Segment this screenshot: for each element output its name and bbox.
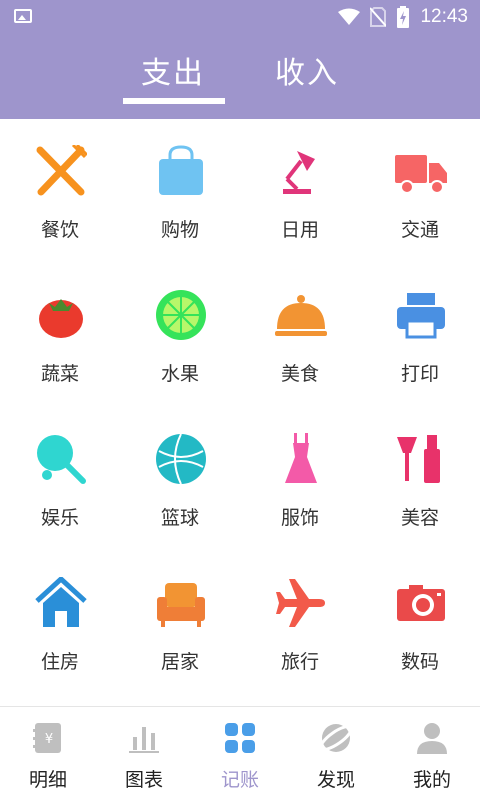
nav-discover[interactable]: 发现 xyxy=(288,707,384,801)
category-shopping[interactable]: 购物 xyxy=(120,119,240,263)
category-label: 旅行 xyxy=(280,651,319,673)
status-bar: 12:43 xyxy=(0,0,480,34)
lime-icon xyxy=(156,290,206,340)
image-notification-icon xyxy=(14,9,32,23)
category-daily-use[interactable]: 日用 xyxy=(240,119,360,263)
shopping-bag-icon xyxy=(159,145,203,195)
category-label: 美容 xyxy=(400,507,439,529)
category-label: 数码 xyxy=(400,651,439,673)
clock: 12:43 xyxy=(420,6,468,27)
battery-charging-icon xyxy=(397,6,410,28)
tab-indicator xyxy=(123,98,225,104)
category-label: 娱乐 xyxy=(40,507,79,529)
grid-icon xyxy=(225,723,255,753)
category-label: 交通 xyxy=(400,219,439,241)
tab-income[interactable]: 收入 xyxy=(275,48,339,92)
category-label: 购物 xyxy=(160,219,199,241)
category-label: 篮球 xyxy=(160,507,199,529)
type-tabs: 支出 收入 xyxy=(0,34,480,119)
ledger-icon: ¥ xyxy=(33,723,61,753)
category-home[interactable]: 居家 xyxy=(120,551,240,695)
no-sim-icon xyxy=(370,7,387,27)
nav-label: 发现 xyxy=(316,769,355,791)
status-icons: 12:43 xyxy=(338,4,468,30)
ping-pong-icon xyxy=(37,435,86,484)
svg-text:¥: ¥ xyxy=(45,732,53,747)
nav-bookkeeping[interactable]: 记账 xyxy=(192,707,288,801)
bar-chart-icon xyxy=(129,727,159,753)
camera-icon xyxy=(397,585,445,621)
header: 12:43 支出 收入 xyxy=(0,0,480,119)
bottom-nav: ¥ 明细 图表 记账 发现 我的 xyxy=(0,706,480,801)
category-transport[interactable]: 交通 xyxy=(360,119,480,263)
category-print[interactable]: 打印 xyxy=(360,263,480,407)
nav-label: 图表 xyxy=(124,769,163,791)
category-clothing[interactable]: 服饰 xyxy=(240,407,360,551)
category-travel[interactable]: 旅行 xyxy=(240,551,360,695)
wifi-icon xyxy=(338,8,361,25)
category-label: 居家 xyxy=(160,651,199,673)
category-label: 水果 xyxy=(160,363,199,385)
nav-label: 我的 xyxy=(412,769,451,791)
category-fruit[interactable]: 水果 xyxy=(120,263,240,407)
dress-icon xyxy=(285,433,317,483)
nav-label: 明细 xyxy=(28,769,67,791)
tab-expense[interactable]: 支出 xyxy=(141,48,205,92)
category-digital[interactable]: 数码 xyxy=(360,551,480,695)
nav-charts[interactable]: 图表 xyxy=(96,707,192,801)
tomato-icon xyxy=(39,299,83,338)
truck-icon xyxy=(395,155,447,194)
category-entertainment[interactable]: 娱乐 xyxy=(0,407,120,551)
category-basketball[interactable]: 篮球 xyxy=(120,407,240,551)
basketball-icon xyxy=(156,433,206,485)
category-grid: 餐饮 购物 日用 交通 蔬菜 水果 美食 打印 娱乐 篮球 服饰 美容 住房 居… xyxy=(0,119,480,704)
category-dining[interactable]: 餐饮 xyxy=(0,119,120,263)
category-label: 日用 xyxy=(280,219,319,241)
user-icon xyxy=(417,723,447,754)
category-housing[interactable]: 住房 xyxy=(0,551,120,695)
category-label: 住房 xyxy=(40,651,79,673)
nav-profile[interactable]: 我的 xyxy=(384,707,480,801)
category-label: 服饰 xyxy=(280,507,319,529)
category-label: 美食 xyxy=(280,363,319,385)
sofa-icon xyxy=(157,583,205,627)
nav-label: 记账 xyxy=(220,769,259,791)
food-cloche-icon xyxy=(275,295,327,336)
printer-icon xyxy=(397,293,445,339)
category-vegetables[interactable]: 蔬菜 xyxy=(0,263,120,407)
category-food[interactable]: 美食 xyxy=(240,263,360,407)
house-icon xyxy=(35,577,87,627)
category-label: 打印 xyxy=(400,363,439,385)
cosmetics-icon xyxy=(397,435,440,483)
nav-details[interactable]: ¥ 明细 xyxy=(0,707,96,801)
category-label: 餐饮 xyxy=(40,219,79,241)
airplane-icon xyxy=(276,579,325,627)
desk-lamp-icon xyxy=(283,151,315,194)
category-label: 蔬菜 xyxy=(40,363,79,385)
category-beauty[interactable]: 美容 xyxy=(360,407,480,551)
planet-icon xyxy=(319,724,353,752)
fork-knife-icon xyxy=(36,145,87,196)
